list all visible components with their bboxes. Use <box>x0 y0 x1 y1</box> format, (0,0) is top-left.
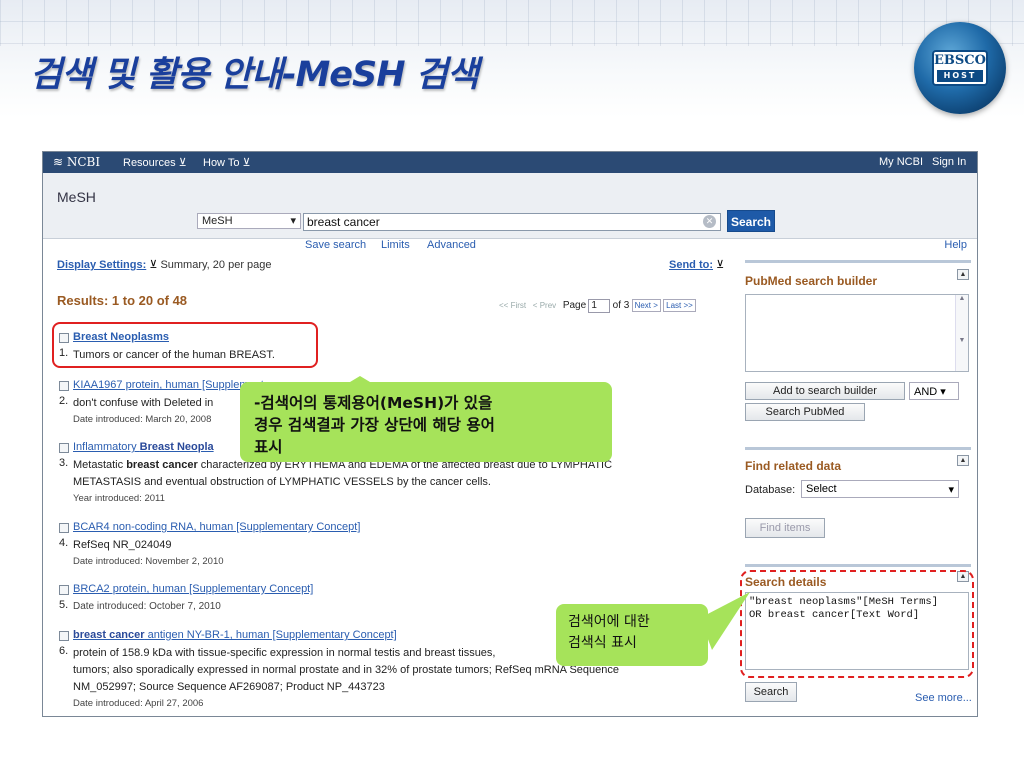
callout-line: 검색어에 대한 <box>568 614 650 630</box>
callout-line: 표시 <box>254 438 283 456</box>
callout-mesh-explanation: -검색어의 통제용어(MeSH)가 있을 경우 검색결과 가장 상단에 해당 용… <box>240 382 612 462</box>
callout-search-formula: 검색어에 대한 검색식 표시 <box>556 604 708 666</box>
callout-line: -검색어의 통제용어(MeSH)가 있을 <box>254 394 493 412</box>
callout-line: 경우 검색결과 가장 상단에 해당 용어 <box>254 416 495 434</box>
callout-line: 검색식 표시 <box>568 635 637 651</box>
